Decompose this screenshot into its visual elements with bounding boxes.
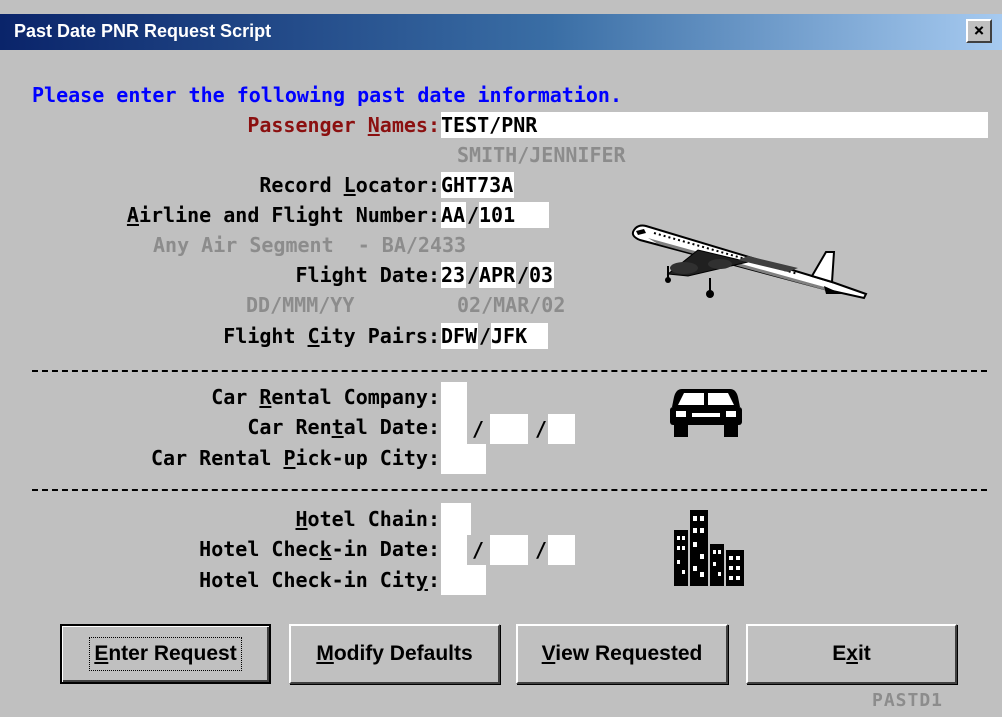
car-date-slash-2: / xyxy=(535,417,548,441)
record-locator-value: GHT73A xyxy=(441,173,514,197)
city-pairs-label: Flight City Pairs: xyxy=(223,324,440,348)
instruction-prompt: Please enter the following past date inf… xyxy=(32,83,623,107)
flight-date-label: Flight Date: xyxy=(295,263,441,287)
passenger-names-value: TEST/PNR xyxy=(441,113,538,137)
car-company-field[interactable] xyxy=(441,382,467,414)
exit-button[interactable]: Exit xyxy=(746,624,957,684)
car-day-field[interactable] xyxy=(441,414,467,444)
flight-date-slash-1: / xyxy=(467,263,480,287)
airline-slash: / xyxy=(467,203,480,227)
screen-id: PASTD1 xyxy=(872,690,944,711)
flight-day-field[interactable]: 23 xyxy=(441,262,466,288)
flight-number-value: 101 xyxy=(479,203,516,227)
hotel-city-label: Hotel Check-in City: xyxy=(199,568,440,592)
hotel-chain-field[interactable] xyxy=(441,503,471,535)
passenger-names-label: Passenger Names: xyxy=(247,113,440,137)
separator-line xyxy=(32,370,987,372)
hotel-year-field[interactable] xyxy=(548,535,575,565)
flight-year-field[interactable]: 03 xyxy=(529,262,554,288)
airplane-icon xyxy=(631,224,868,300)
view-requested-label: View Requested xyxy=(541,642,703,665)
flight-day-value: 23 xyxy=(441,263,466,287)
flight-year-value: 03 xyxy=(529,263,554,287)
car-month-field[interactable] xyxy=(490,414,528,444)
car-city-field[interactable] xyxy=(441,444,486,474)
airline-code-field[interactable]: AA xyxy=(441,202,466,228)
hotel-city-field[interactable] xyxy=(441,565,486,595)
hotel-month-field[interactable] xyxy=(490,535,528,565)
modify-defaults-button[interactable]: Modify Defaults xyxy=(289,624,500,684)
modify-defaults-label: Modify Defaults xyxy=(316,642,473,665)
close-button[interactable]: × xyxy=(966,19,992,43)
date-format-hint: DD/MMM/YY xyxy=(246,293,355,317)
airline-flight-label: Airline and Flight Number: xyxy=(126,203,440,227)
hotel-day-field[interactable] xyxy=(441,535,467,565)
record-locator-label: Record Locator: xyxy=(259,173,440,197)
city-to-value: JFK xyxy=(491,324,528,348)
car-date-slash-1: / xyxy=(472,417,485,441)
car-date-label: Car Rental Date: xyxy=(247,415,440,439)
any-air-segment-hint: Any Air Segment - BA/2433 xyxy=(153,233,467,257)
window-title: Past Date PNR Request Script xyxy=(14,21,272,41)
hotel-chain-label: Hotel Chain: xyxy=(295,507,441,531)
city-to-field[interactable]: JFK xyxy=(491,323,548,349)
date-example-hint: 02/MAR/02 xyxy=(457,293,566,317)
enter-request-button[interactable]: Enter Request xyxy=(60,624,271,684)
flight-number-field[interactable]: 101 xyxy=(479,202,549,228)
city-from-field[interactable]: DFW xyxy=(441,323,478,349)
passenger-names-field[interactable]: TEST/PNR xyxy=(441,112,988,138)
city-pair-slash: / xyxy=(479,324,492,348)
airline-code-value: AA xyxy=(441,203,466,227)
passenger-names-hint: SMITH/JENNIFER xyxy=(457,143,626,167)
view-requested-button[interactable]: View Requested xyxy=(516,624,728,684)
enter-request-label: Enter Request xyxy=(89,637,242,671)
exit-label: Exit xyxy=(832,642,871,665)
car-company-label: Car Rental Company: xyxy=(211,385,440,409)
city-from-value: DFW xyxy=(441,324,478,348)
city-buildings-icon xyxy=(674,510,744,586)
record-locator-field[interactable]: GHT73A xyxy=(441,172,514,198)
car-icon xyxy=(670,389,742,437)
flight-month-value: APR xyxy=(479,263,516,287)
car-city-label: Car Rental Pick-up City: xyxy=(151,446,440,470)
flight-month-field[interactable]: APR xyxy=(479,262,516,288)
separator-line xyxy=(32,489,987,491)
hotel-date-label: Hotel Check-in Date: xyxy=(199,537,440,561)
script-window: Past Date PNR Request Script × Please en… xyxy=(0,0,1002,717)
car-year-field[interactable] xyxy=(548,414,575,444)
title-bar: Past Date PNR Request Script × xyxy=(0,14,1002,50)
hotel-date-slash-2: / xyxy=(535,538,548,562)
flight-date-slash-2: / xyxy=(517,263,530,287)
hotel-date-slash-1: / xyxy=(472,538,485,562)
